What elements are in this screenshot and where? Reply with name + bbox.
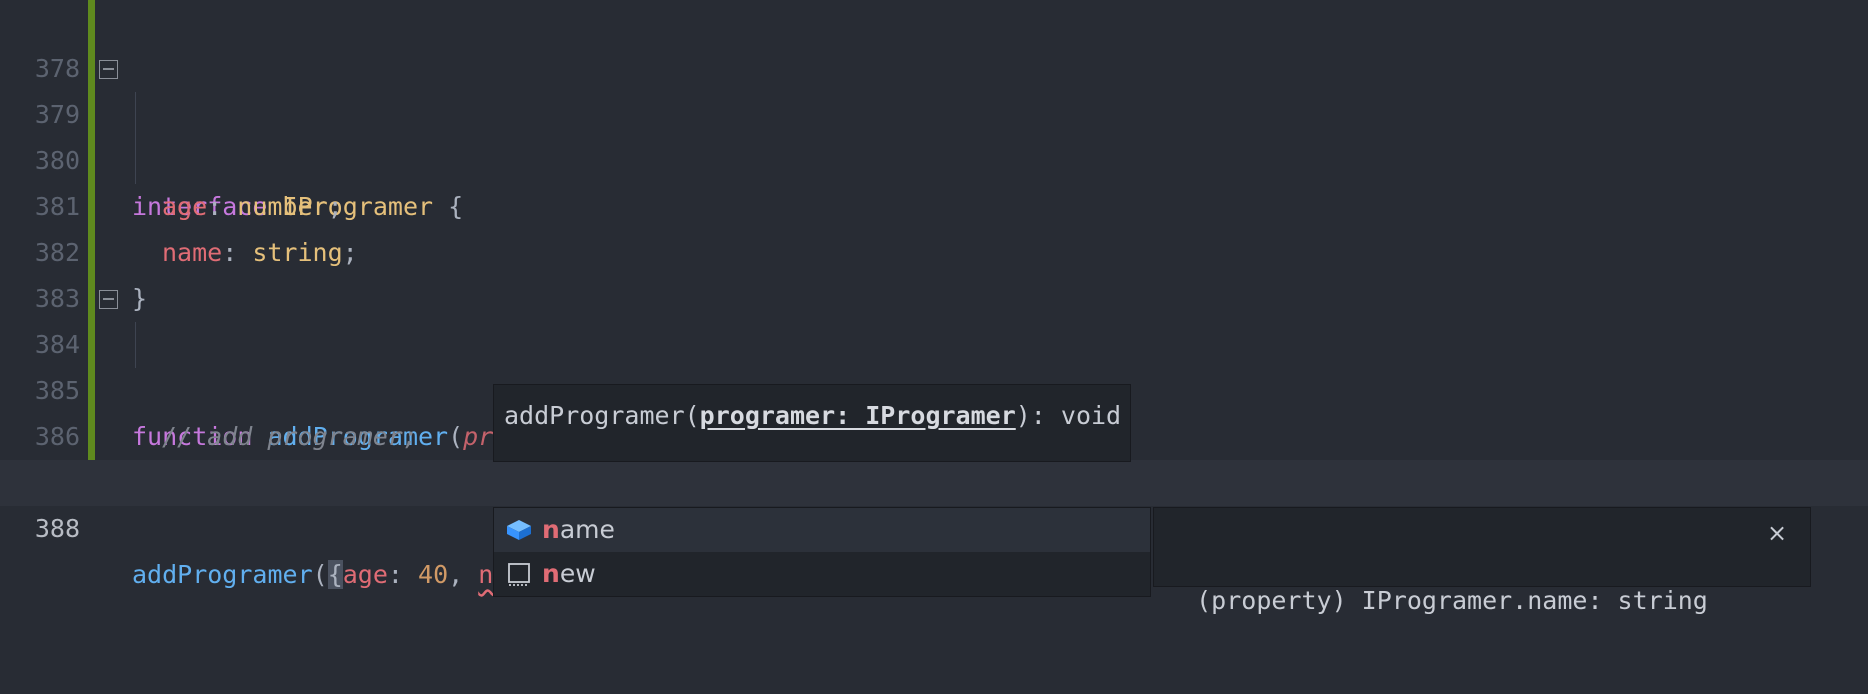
- fold-toggle-icon[interactable]: [99, 60, 118, 79]
- code-line[interactable]: 379 interface IProgramer {: [0, 46, 1868, 221]
- paren-token: (: [312, 560, 328, 589]
- code-line[interactable]: 383: [0, 230, 1868, 313]
- property-icon: [507, 520, 531, 540]
- suggestion-details-panel: (property) IProgramer.name: string ×: [1153, 507, 1811, 615]
- number-token: 40: [418, 560, 449, 589]
- line-number: 388: [34, 514, 80, 543]
- colon-token: :: [387, 560, 419, 589]
- function-name-token: addProgramer: [132, 560, 313, 589]
- signature-active-parameter: programer: IProgramer: [699, 401, 1016, 430]
- signature-prefix: addProgramer(: [504, 401, 700, 430]
- code-line-active[interactable]: 388 addProgramer({age: 40, n}): [0, 460, 1868, 591]
- fold-toggle-icon[interactable]: [99, 290, 118, 309]
- code-line[interactable]: 380 age: number;: [0, 92, 1868, 221]
- signature-help-popup: addProgramer(programer: IProgramer): voi…: [493, 384, 1131, 462]
- code-line[interactable]: 378: [0, 0, 1868, 83]
- matching-brace-token: {: [327, 560, 343, 589]
- code-line[interactable]: 382 }: [0, 184, 1868, 313]
- property-token: age: [342, 560, 388, 589]
- suggestion-item-new[interactable]: new: [494, 552, 1150, 596]
- code-line[interactable]: 385 // add programer;: [0, 322, 1868, 451]
- close-icon[interactable]: ×: [1766, 521, 1788, 545]
- code-line[interactable]: 381 name: string;: [0, 138, 1868, 267]
- suggestion-label: ew: [559, 559, 596, 588]
- suggestion-match: n: [542, 515, 560, 544]
- keyword-icon: [508, 563, 530, 586]
- suggestion-label: ame: [559, 515, 615, 544]
- suggestion-match: n: [542, 559, 560, 588]
- typed-token: n: [478, 560, 494, 589]
- suggestion-list[interactable]: name new: [493, 507, 1151, 597]
- suggestion-item-name[interactable]: name: [494, 508, 1150, 552]
- comma-token: ,: [448, 560, 479, 589]
- code-line[interactable]: 384 function addProgramer(programer: IPr…: [0, 276, 1868, 451]
- details-text: (property) IProgramer.name: string: [1196, 586, 1708, 615]
- signature-suffix: ): void: [1015, 401, 1122, 430]
